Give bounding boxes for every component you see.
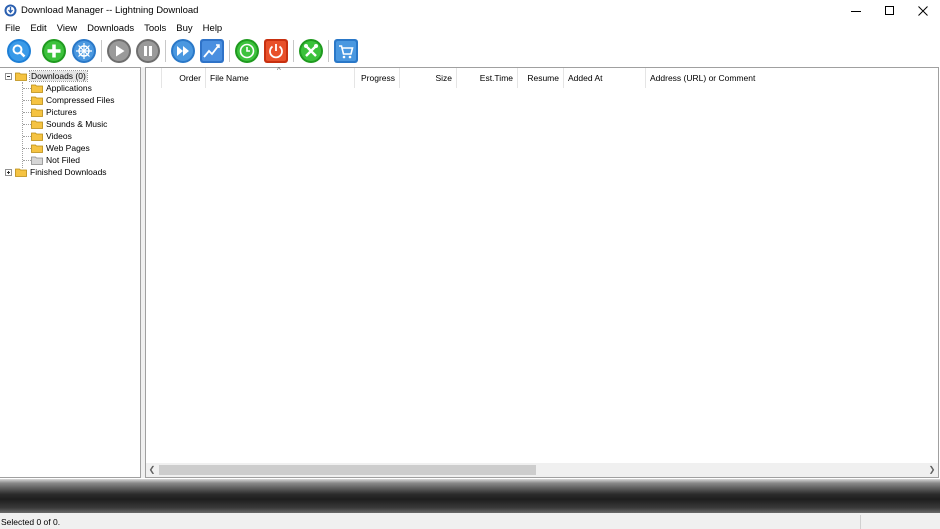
buy-button[interactable] — [333, 38, 359, 64]
minimize-button[interactable] — [839, 0, 873, 21]
tree-label-applications: Applications — [46, 83, 92, 93]
tree-label-pictures: Pictures — [46, 107, 77, 117]
menu-edit[interactable]: Edit — [25, 21, 51, 37]
start-all-button[interactable] — [170, 38, 196, 64]
tree-label-not-filed: Not Filed — [46, 155, 81, 165]
folder-icon — [31, 96, 43, 105]
tree-connector — [23, 100, 31, 101]
folder-open-icon — [15, 72, 27, 81]
app-icon — [4, 4, 17, 17]
folder-icon — [31, 108, 43, 117]
column-header-size[interactable]: Size — [400, 68, 457, 88]
clock-icon — [235, 39, 259, 63]
tree-label-finished-downloads: Finished Downloads — [30, 167, 107, 177]
menu-buy[interactable]: Buy — [171, 21, 197, 37]
tree-node-sounds-music[interactable]: Sounds & Music — [31, 118, 107, 130]
column-header-resume[interactable]: Resume — [518, 68, 564, 88]
toolbar-separator — [293, 40, 294, 62]
tree-label-compressed-files: Compressed Files — [46, 95, 115, 105]
tools-button[interactable] — [298, 38, 324, 64]
tree-node-finished-downloads[interactable]: Finished Downloads — [5, 166, 107, 178]
collapse-icon[interactable] — [5, 72, 12, 80]
folder-icon — [15, 168, 27, 177]
info-panel — [0, 479, 940, 513]
window-title: Download Manager -- Lightning Download — [21, 5, 199, 16]
start-button[interactable] — [106, 38, 132, 64]
scroll-right-icon[interactable]: ❯ — [926, 463, 938, 477]
pause-icon — [136, 39, 160, 63]
toolbar-separator — [328, 40, 329, 62]
add-icon — [42, 39, 66, 63]
search-icon — [7, 39, 31, 63]
speed-limit-button[interactable] — [199, 38, 225, 64]
tree-node-not-filed[interactable]: Not Filed — [31, 154, 80, 166]
tree-node-pictures[interactable]: Pictures — [31, 106, 77, 118]
toolbar-separator — [101, 40, 102, 62]
tree-node-compressed-files[interactable]: Compressed Files — [31, 94, 115, 106]
tree-node-videos[interactable]: Videos — [31, 130, 72, 142]
expand-icon[interactable] — [5, 168, 12, 176]
toolbar-separator — [165, 40, 166, 62]
column-header-blank[interactable] — [146, 68, 162, 88]
tree-node-applications[interactable]: Applications — [31, 82, 92, 94]
tree-connector — [23, 124, 31, 125]
fast-forward-icon — [171, 39, 195, 63]
scheduler-button[interactable] — [234, 38, 260, 64]
horizontal-scrollbar[interactable]: ❮ ❯ — [146, 463, 938, 477]
menu-file[interactable]: File — [0, 21, 25, 37]
downloads-list[interactable]: Order File Name ^ Progress Size Est.Time… — [145, 66, 939, 478]
title-bar: Download Manager -- Lightning Download — [0, 0, 940, 21]
tree-connector — [23, 136, 31, 137]
tree-connector — [23, 160, 31, 161]
pause-button[interactable] — [135, 38, 161, 64]
column-header-order[interactable]: Order — [162, 68, 206, 88]
play-icon — [107, 39, 131, 63]
tree-label-videos: Videos — [46, 131, 72, 141]
folder-gray-icon — [31, 156, 43, 165]
add-download-button[interactable] — [41, 38, 67, 64]
tree-connector — [22, 82, 23, 168]
toolbar-separator — [229, 40, 230, 62]
options-button[interactable] — [71, 38, 97, 64]
column-header-progress[interactable]: Progress — [355, 68, 400, 88]
menu-view[interactable]: View — [52, 21, 82, 37]
speed-graph-icon — [200, 39, 224, 63]
status-separator — [860, 515, 861, 529]
tree-node-downloads[interactable]: Downloads (0) — [5, 70, 88, 82]
folder-icon — [31, 132, 43, 141]
search-button[interactable] — [6, 38, 32, 64]
list-header: Order File Name ^ Progress Size Est.Time… — [146, 66, 938, 88]
scroll-left-icon[interactable]: ❮ — [146, 463, 158, 477]
folder-icon — [31, 144, 43, 153]
status-bar: Selected 0 of 0. — [0, 513, 940, 529]
menu-help[interactable]: Help — [198, 21, 228, 37]
menu-tools[interactable]: Tools — [139, 21, 171, 37]
category-tree[interactable]: Downloads (0) Applications Compressed Fi… — [0, 67, 141, 478]
menu-downloads[interactable]: Downloads — [82, 21, 139, 37]
column-header-added-at[interactable]: Added At — [564, 68, 646, 88]
power-icon — [264, 39, 288, 63]
tree-label-web-pages: Web Pages — [46, 143, 90, 153]
tree-node-web-pages[interactable]: Web Pages — [31, 142, 90, 154]
column-header-est-time[interactable]: Est.Time — [457, 68, 518, 88]
menu-bar: File Edit View Downloads Tools Buy Help — [0, 21, 940, 37]
tree-connector — [23, 88, 31, 89]
tree-label-downloads: Downloads (0) — [29, 70, 88, 82]
toolbar — [0, 37, 940, 66]
status-text: Selected 0 of 0. — [1, 517, 61, 527]
column-header-address[interactable]: Address (URL) or Comment — [646, 68, 938, 88]
tree-connector — [23, 112, 31, 113]
maximize-button[interactable] — [873, 0, 907, 21]
tools-icon — [299, 39, 323, 63]
scrollbar-thumb[interactable] — [159, 465, 536, 475]
tree-label-sounds-music: Sounds & Music — [46, 119, 108, 129]
folder-icon — [31, 84, 43, 93]
close-button[interactable] — [906, 0, 940, 21]
cart-icon — [334, 39, 358, 63]
tree-connector — [23, 148, 31, 149]
sort-ascending-icon: ^ — [277, 66, 281, 75]
folder-icon — [31, 120, 43, 129]
shutdown-button[interactable] — [263, 38, 289, 64]
settings-wheel-icon — [72, 39, 96, 63]
